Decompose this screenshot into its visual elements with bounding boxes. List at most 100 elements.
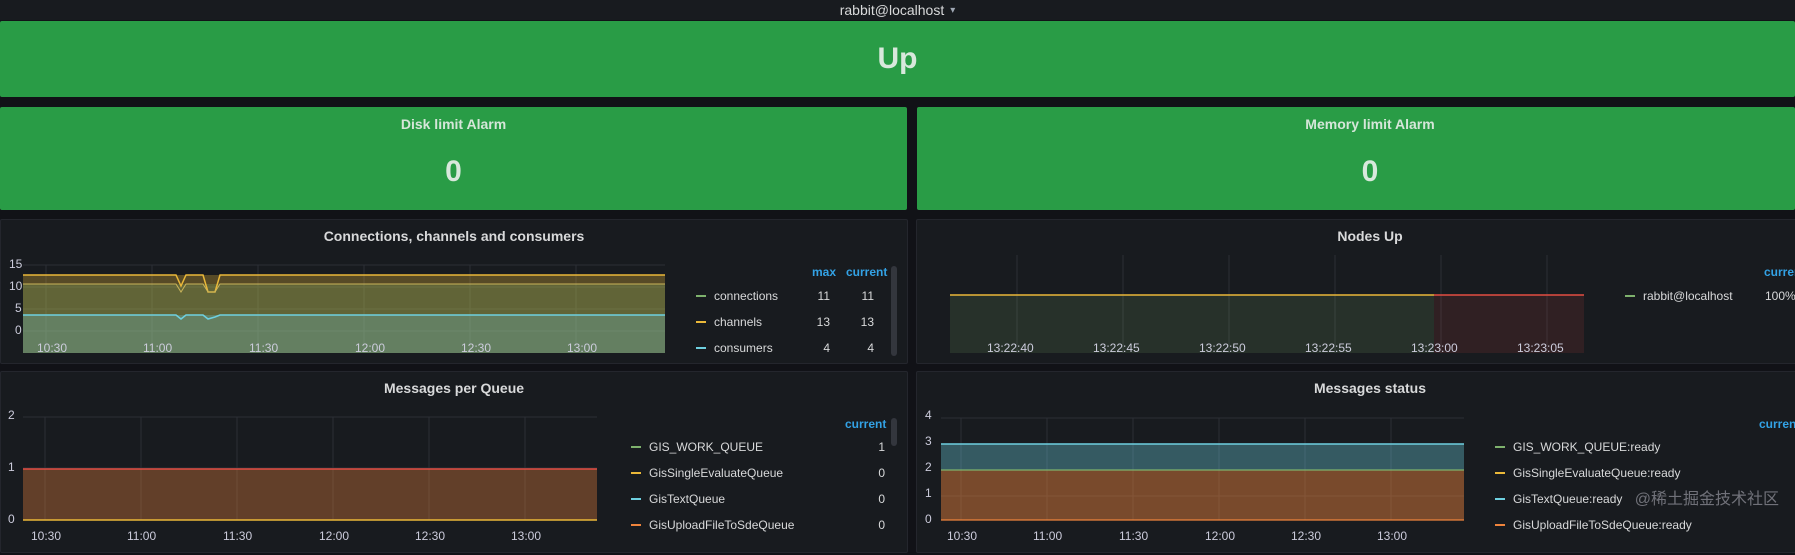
legend-item[interactable]: GisSingleEvaluateQueue 0 xyxy=(631,465,886,481)
y-tick: 1 xyxy=(925,486,932,500)
x-tick: 13:00 xyxy=(511,529,541,543)
y-tick: 15 xyxy=(9,257,23,271)
x-tick: 13:22:55 xyxy=(1305,341,1352,355)
legend-item-current: 0 xyxy=(878,466,885,480)
legend-item[interactable]: GisTextQueue 0 xyxy=(631,491,886,507)
x-tick: 12:30 xyxy=(415,529,445,543)
legend-item-current: 11 xyxy=(861,289,874,303)
y-tick: 3 xyxy=(925,434,932,448)
x-tick: 11:30 xyxy=(1119,529,1148,543)
legend-item[interactable]: GIS_WORK_QUEUE 1 xyxy=(631,439,886,455)
legend-item-channels[interactable]: channels 13 13 xyxy=(696,314,886,330)
y-tick: 5 xyxy=(15,301,22,315)
x-tick: 13:00 xyxy=(1377,529,1407,543)
legend-swatch xyxy=(1495,498,1505,500)
legend-item-label: consumers xyxy=(714,341,773,355)
messages-status-chart: 4 3 2 1 0 10:30 11:00 11:30 12:00 12:30 … xyxy=(925,408,1464,543)
legend-swatch xyxy=(631,498,641,500)
legend-scrollbar[interactable] xyxy=(891,418,897,446)
y-tick: 0 xyxy=(8,512,15,526)
legend-item[interactable]: GisSingleEvaluateQueue:ready xyxy=(1495,465,1795,481)
legend-item-current: 0 xyxy=(878,492,885,506)
legend-swatch xyxy=(696,347,706,349)
y-tick: 0 xyxy=(925,512,932,526)
messages-per-queue-panel[interactable]: Messages per Queue 2 1 0 10:30 11:00 11:… xyxy=(0,371,908,553)
x-tick: 13:23:05 xyxy=(1517,341,1564,355)
legend-item-max: 11 xyxy=(817,289,830,303)
legend-swatch xyxy=(1495,524,1505,526)
connections-legend: max current connections 11 11 channels 1… xyxy=(696,265,887,360)
legend-item-current: 4 xyxy=(867,341,874,355)
legend-item-current: 0 xyxy=(878,518,885,532)
legend-swatch xyxy=(1495,472,1505,474)
y-tick: 2 xyxy=(925,460,932,474)
legend-item[interactable]: GisUploadFileToSdeQueue:ready xyxy=(1495,517,1795,533)
connections-panel[interactable]: Connections, channels and consumers 15 1… xyxy=(0,219,908,364)
x-tick: 12:30 xyxy=(1291,529,1321,543)
legend-swatch xyxy=(631,472,641,474)
x-tick: 12:00 xyxy=(355,341,385,355)
legend-item-rabbit[interactable]: rabbit@localhost 100% xyxy=(1625,288,1795,304)
legend-scrollbar[interactable] xyxy=(891,266,897,356)
chevron-down-icon: ▾ xyxy=(950,4,956,16)
watermark-text: @稀土掘金技术社区 xyxy=(1634,491,1779,508)
legend-item-current: 13 xyxy=(860,315,874,329)
y-tick: 1 xyxy=(8,460,15,474)
x-tick: 11:30 xyxy=(249,341,278,355)
memory-alarm-value: 0 xyxy=(1361,155,1379,188)
x-tick: 10:30 xyxy=(37,341,67,355)
legend-item[interactable]: GisUploadFileToSdeQueue 0 xyxy=(631,517,886,533)
legend-swatch xyxy=(696,295,706,297)
queue-area xyxy=(23,469,597,520)
legend-swatch xyxy=(1625,295,1635,297)
legend-header-current[interactable]: current xyxy=(845,417,886,431)
legend-swatch xyxy=(631,524,641,526)
status-stat-panel[interactable]: Up xyxy=(0,21,1795,97)
x-tick: 11:00 xyxy=(127,529,156,543)
y-tick: 0 xyxy=(15,323,22,337)
legend-swatch xyxy=(631,446,641,448)
connections-chart: 15 10 5 0 10:30 11:00 11:30 12:00 12:30 … xyxy=(9,257,665,355)
y-tick: 4 xyxy=(925,408,932,422)
legend-swatch xyxy=(1495,446,1505,448)
disk-alarm-title: Disk limit Alarm xyxy=(400,116,507,132)
x-tick: 11:00 xyxy=(143,341,172,355)
legend-item-connections[interactable]: connections 11 11 xyxy=(696,288,886,304)
x-tick: 11:00 xyxy=(1033,529,1062,543)
x-tick: 11:30 xyxy=(223,529,252,543)
x-tick: 13:22:45 xyxy=(1093,341,1140,355)
legend-header-current[interactable]: current xyxy=(1759,417,1795,431)
disk-alarm-panel[interactable]: Disk limit Alarm 0 xyxy=(0,107,907,210)
nodes-legend: current rabbit@localhost 100% xyxy=(1625,265,1795,360)
legend-item-current: 100% xyxy=(1765,289,1795,303)
disk-alarm-value: 0 xyxy=(445,155,462,188)
x-tick: 13:22:40 xyxy=(987,341,1034,355)
x-tick: 12:00 xyxy=(1205,529,1235,543)
legend-item-label: GisTextQueue:ready xyxy=(1513,492,1623,506)
nodes-up-panel[interactable]: Nodes Up 13:22:40 13:22:45 13:22:50 13:2… xyxy=(916,219,1795,364)
ready-area-top xyxy=(941,444,1464,470)
y-tick: 10 xyxy=(9,279,23,293)
ready-area-bottom xyxy=(941,470,1464,520)
memory-alarm-title: Memory limit Alarm xyxy=(1305,116,1435,132)
legend-item-label: channels xyxy=(714,315,763,329)
messages-status-panel[interactable]: Messages status 4 3 2 1 0 10:30 11:00 11… xyxy=(916,371,1795,553)
legend-swatch xyxy=(696,321,706,323)
x-tick: 10:30 xyxy=(31,529,61,543)
legend-item-current: 1 xyxy=(878,440,885,454)
x-tick: 13:23:00 xyxy=(1411,341,1458,355)
legend-header-current[interactable]: current xyxy=(1764,265,1795,279)
legend-item-label: GisSingleEvaluateQueue:ready xyxy=(1513,466,1681,480)
legend-item[interactable]: GIS_WORK_QUEUE:ready xyxy=(1495,439,1795,455)
x-tick: 13:22:50 xyxy=(1199,341,1246,355)
queue-legend: current GIS_WORK_QUEUE 1 GisSingleEvalua… xyxy=(631,417,886,547)
instance-picker[interactable]: rabbit@localhost ▾ xyxy=(0,0,1795,20)
x-tick: 10:30 xyxy=(947,529,977,543)
legend-header-current[interactable]: current xyxy=(846,265,887,279)
legend-header-max[interactable]: max xyxy=(812,265,836,279)
memory-alarm-panel[interactable]: Memory limit Alarm 0 xyxy=(917,107,1795,210)
x-tick: 12:30 xyxy=(461,341,491,355)
legend-item-consumers[interactable]: consumers 4 4 xyxy=(696,340,886,356)
status-value: Up xyxy=(877,42,918,75)
x-tick: 13:00 xyxy=(567,341,597,355)
